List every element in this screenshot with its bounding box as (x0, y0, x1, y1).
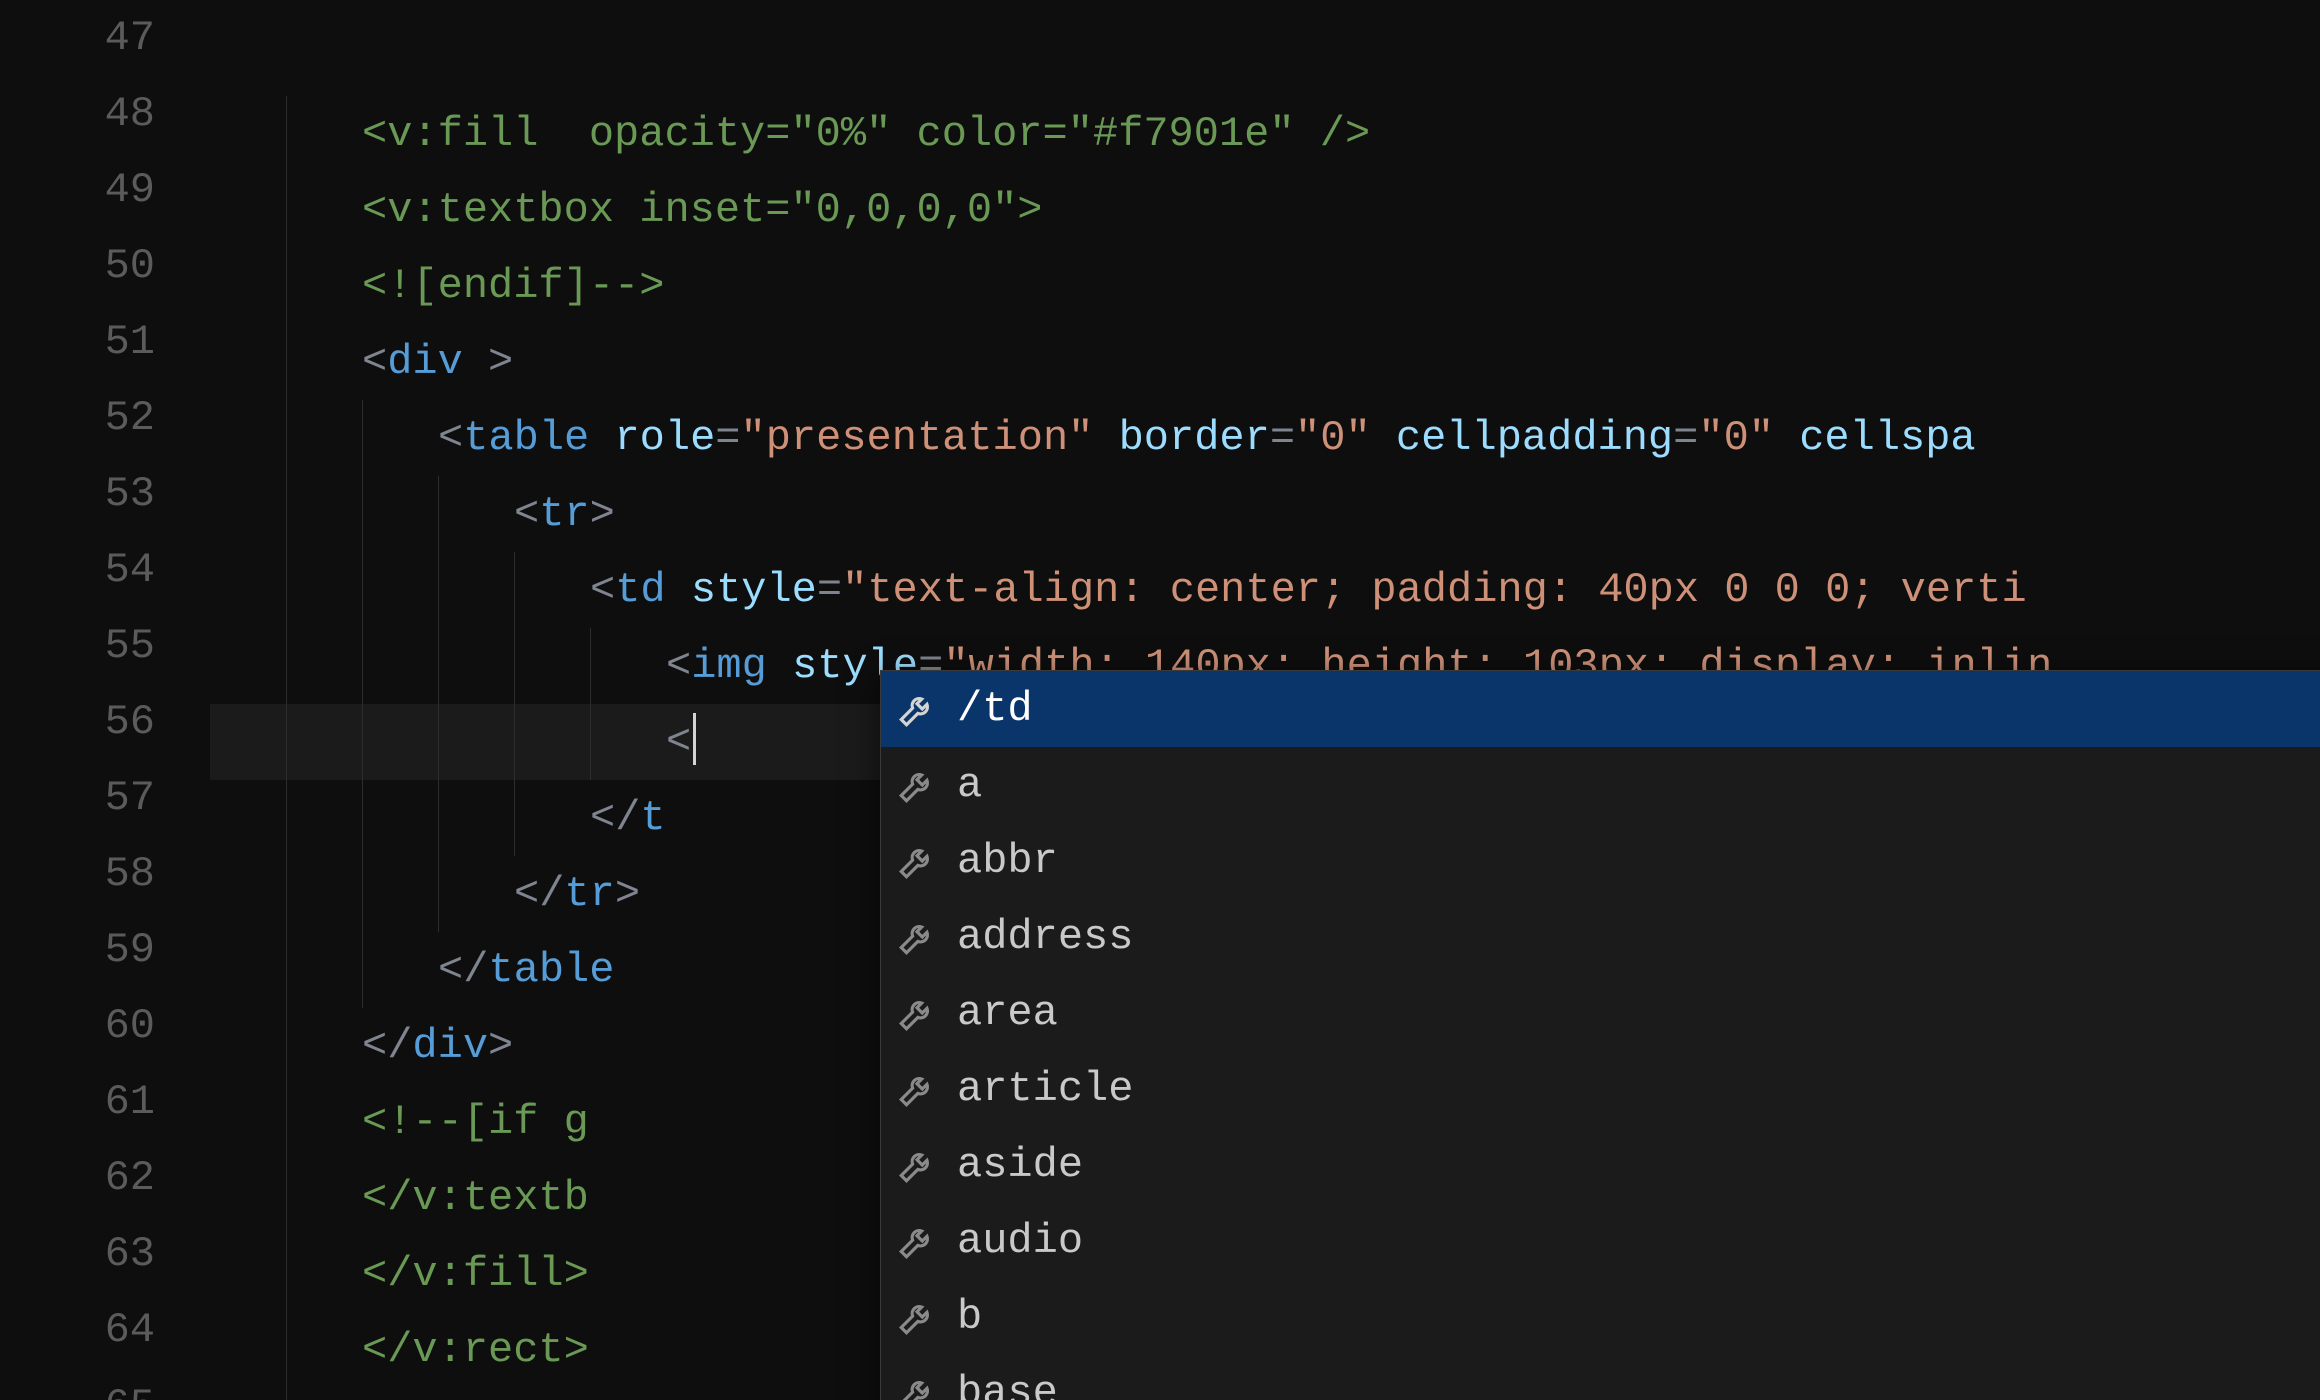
code-line-text: < (210, 718, 696, 766)
line-number: 63 (0, 1216, 210, 1292)
line-number: 51 (0, 304, 210, 380)
code-line-text: </v:fill> (210, 1250, 589, 1298)
line-number: 53 (0, 456, 210, 532)
line-number: 65 (0, 1368, 210, 1400)
autocomplete-item[interactable]: base (881, 1355, 2320, 1400)
code-line-text: </table (210, 946, 614, 994)
wrench-icon (895, 915, 939, 959)
code-line[interactable]: <table role="presentation" border="0" ce… (210, 400, 2320, 476)
text-cursor (693, 713, 696, 765)
wrench-icon (895, 1219, 939, 1263)
autocomplete-item-label: abbr (957, 837, 1058, 885)
autocomplete-item[interactable]: article (881, 1051, 2320, 1127)
wrench-icon (895, 1067, 939, 1111)
wrench-icon (895, 839, 939, 883)
line-number: 52 (0, 380, 210, 456)
line-number: 64 (0, 1292, 210, 1368)
code-line-text: </tr> (210, 870, 640, 918)
line-number: 57 (0, 760, 210, 836)
autocomplete-item-label: address (957, 913, 1133, 961)
autocomplete-item[interactable]: a (881, 747, 2320, 823)
code-line-text: <!--[if g (210, 1098, 589, 1146)
autocomplete-item-label: aside (957, 1141, 1083, 1189)
wrench-icon (895, 1295, 939, 1339)
autocomplete-item-label: audio (957, 1217, 1083, 1265)
wrench-icon (895, 763, 939, 807)
line-number: 61 (0, 1064, 210, 1140)
line-number: 56 (0, 684, 210, 760)
code-line[interactable]: <div > (210, 324, 2320, 400)
line-number: 55 (0, 608, 210, 684)
code-line-text: <div > (210, 338, 513, 386)
code-line-text: <tr> (210, 490, 615, 538)
line-number: 47 (0, 0, 210, 76)
line-number: 58 (0, 836, 210, 912)
wrench-icon (895, 1371, 939, 1400)
line-number: 49 (0, 152, 210, 228)
code-line-text: <td style="text-align: center; padding: … (210, 566, 2027, 614)
line-number: 59 (0, 912, 210, 988)
autocomplete-item[interactable]: b (881, 1279, 2320, 1355)
line-number: 48 (0, 76, 210, 152)
autocomplete-item-label: article (957, 1065, 1133, 1113)
autocomplete-item-label: b (957, 1293, 982, 1341)
code-line-text: </v:rect> (210, 1326, 589, 1374)
wrench-icon (895, 687, 939, 731)
code-editor[interactable]: 47484950515253545556575859606162636465 <… (0, 0, 2320, 1400)
code-line[interactable]: <td style="text-align: center; padding: … (210, 552, 2320, 628)
line-number: 62 (0, 1140, 210, 1216)
autocomplete-item[interactable]: audio (881, 1203, 2320, 1279)
autocomplete-popup[interactable]: /td a abbr address area article aside audio b bas… (880, 670, 2320, 1400)
line-number: 54 (0, 532, 210, 608)
line-number: 50 (0, 228, 210, 304)
autocomplete-item[interactable]: /td (881, 671, 2320, 747)
code-line[interactable]: <v:textbox inset="0,0,0,0"> (210, 172, 2320, 248)
line-number: 60 (0, 988, 210, 1064)
autocomplete-item[interactable]: area (881, 975, 2320, 1051)
wrench-icon (895, 1143, 939, 1187)
autocomplete-item-label: a (957, 761, 982, 809)
autocomplete-item[interactable]: abbr (881, 823, 2320, 899)
code-area[interactable]: <v:fill opacity="0%" color="#f7901e" /> <… (210, 0, 2320, 1400)
autocomplete-item[interactable]: aside (881, 1127, 2320, 1203)
code-line-text: </v:textb (210, 1174, 589, 1222)
autocomplete-item-label: base (957, 1369, 1058, 1400)
code-line-text: </div> (210, 1022, 513, 1070)
autocomplete-item[interactable]: address (881, 899, 2320, 975)
wrench-icon (895, 991, 939, 1035)
line-number-gutter: 47484950515253545556575859606162636465 (0, 0, 210, 1400)
autocomplete-item-label: area (957, 989, 1058, 1037)
code-line-text: <![endif]--> (210, 262, 664, 310)
code-line[interactable]: <![endif]--> (210, 248, 2320, 324)
code-line[interactable]: <v:fill opacity="0%" color="#f7901e" /> (210, 96, 2320, 172)
code-line-text: <table role="presentation" border="0" ce… (210, 414, 1976, 462)
autocomplete-item-label: /td (957, 685, 1033, 733)
code-line-text: <v:textbox inset="0,0,0,0"> (210, 186, 1043, 234)
code-line-text: <v:fill opacity="0%" color="#f7901e" /> (210, 110, 1370, 158)
code-line[interactable]: <tr> (210, 476, 2320, 552)
